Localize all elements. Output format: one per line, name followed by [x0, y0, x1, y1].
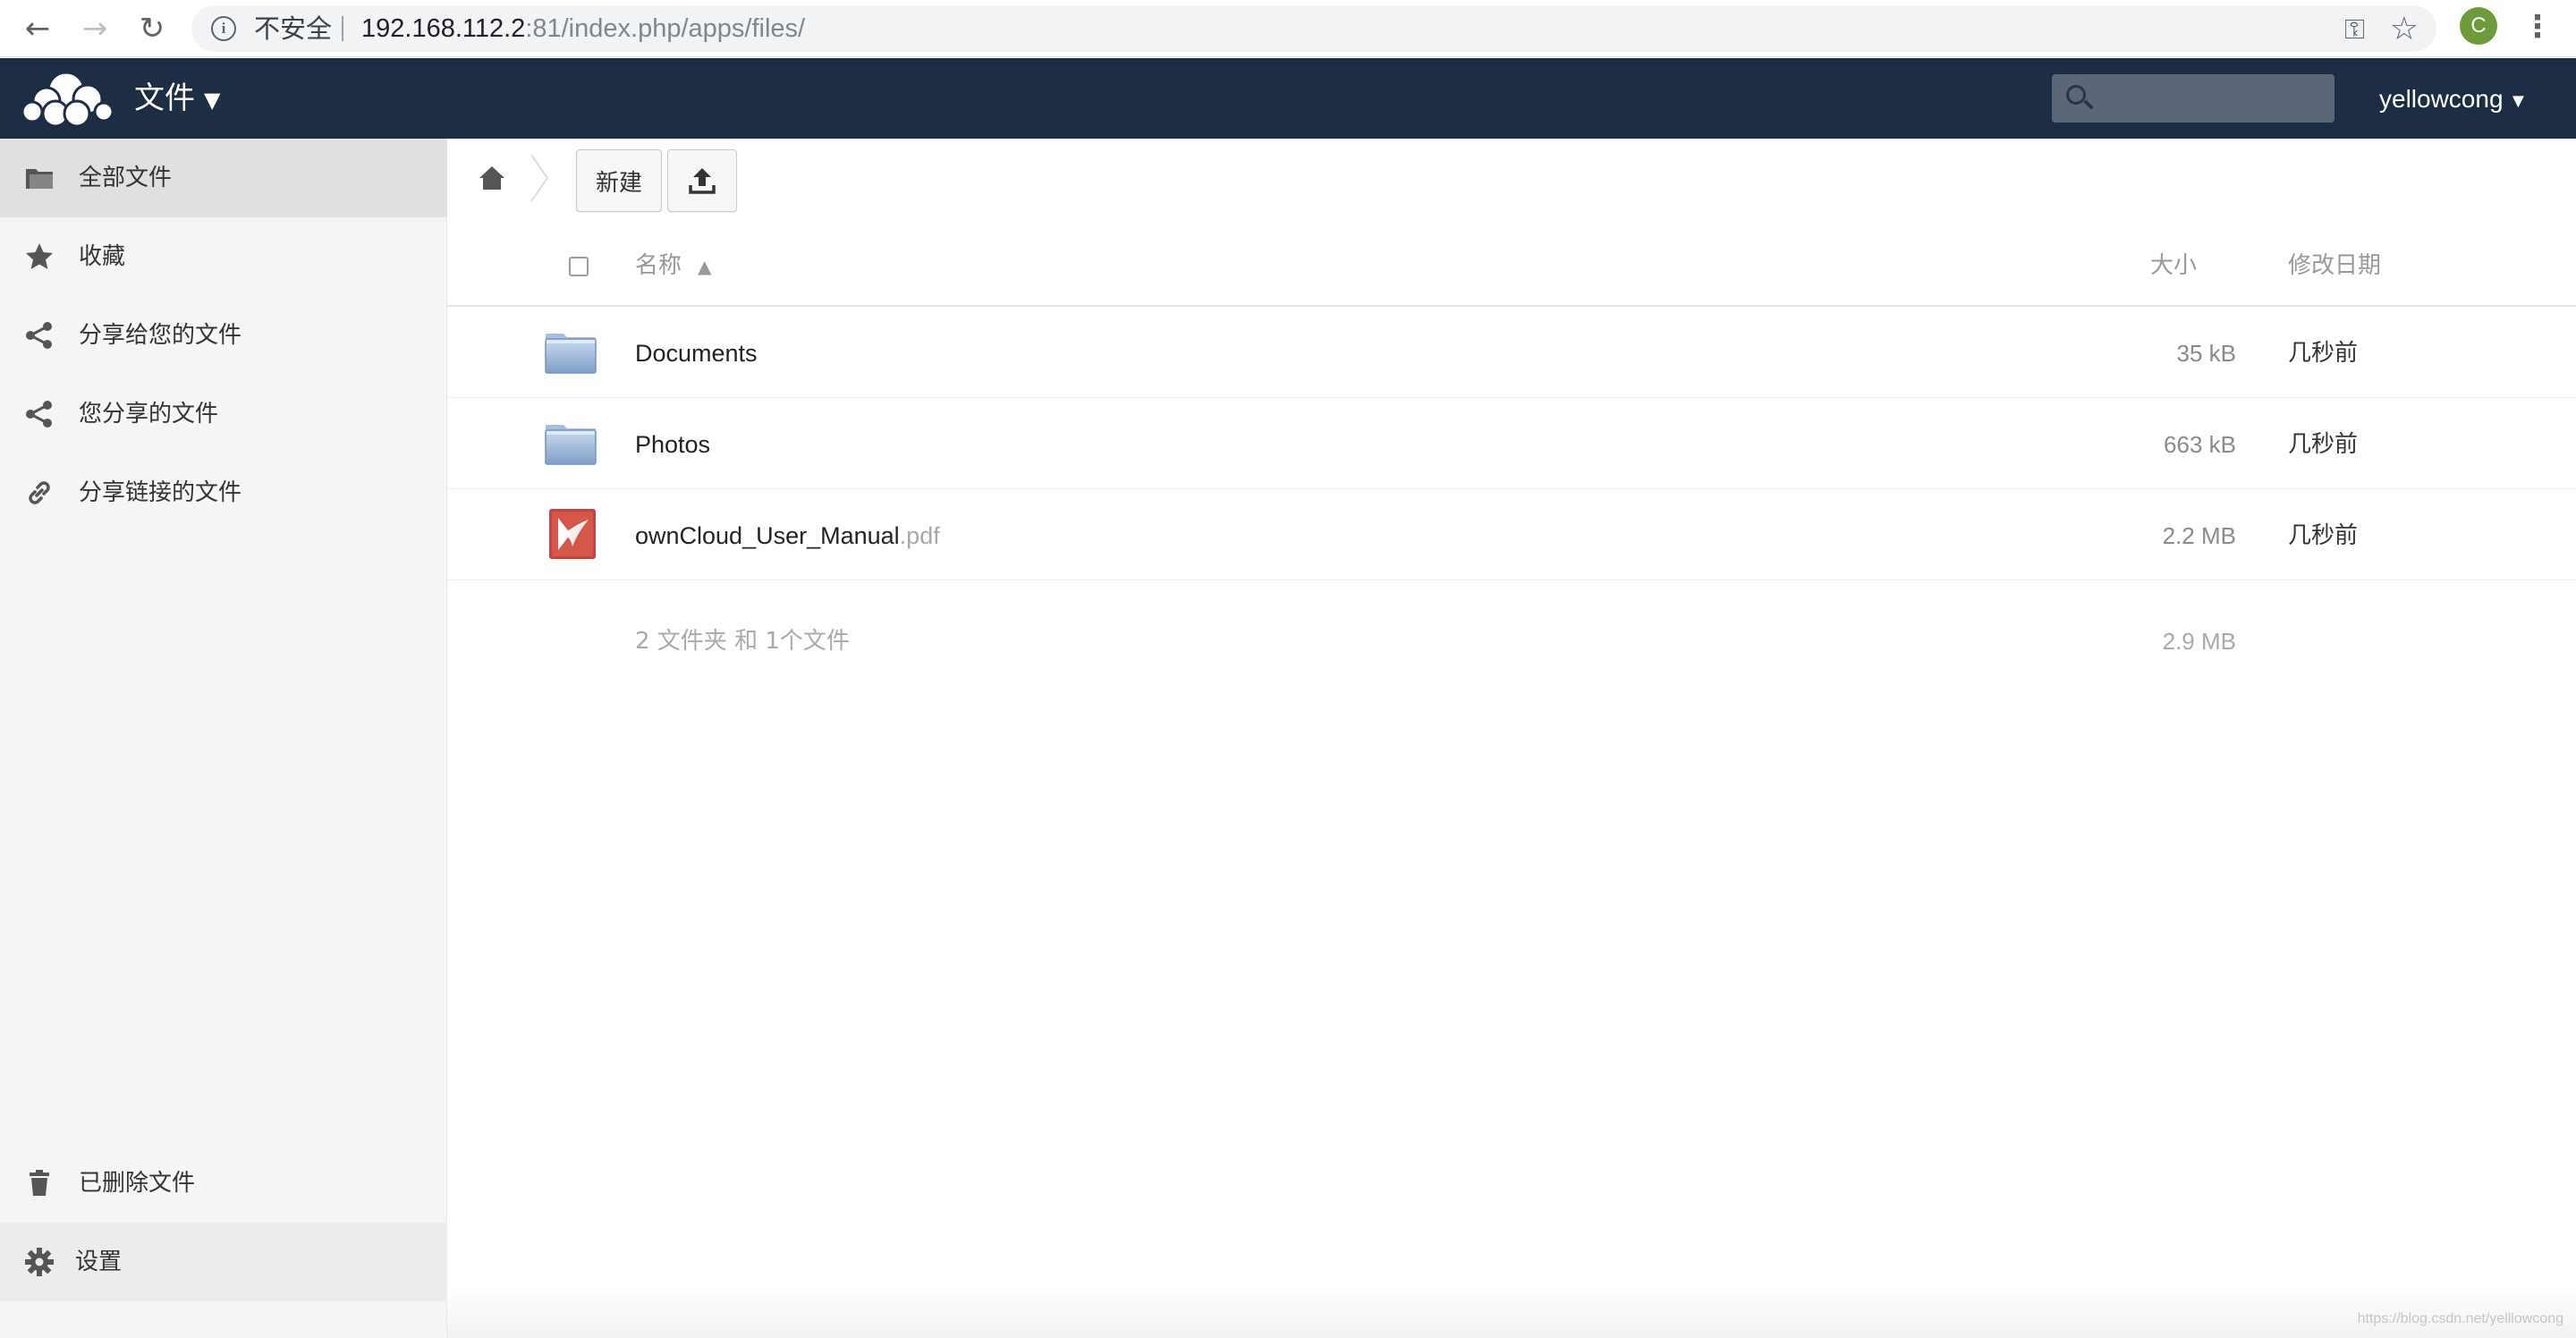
back-arrow-icon[interactable]: ← — [18, 9, 57, 48]
sidebar-item-shared-by-you[interactable]: 您分享的文件 — [0, 375, 447, 453]
owncloud-logo-icon[interactable] — [20, 69, 114, 128]
search-icon — [2066, 85, 2086, 105]
select-all-checkbox[interactable] — [569, 257, 589, 276]
table-row[interactable]: Documents 35 kB 几秒前 — [447, 307, 2576, 398]
kebab-menu-icon[interactable]: ⋮ — [2522, 7, 2553, 47]
file-modified: 几秒前 — [2288, 431, 2359, 458]
file-size: 2.2 MB — [2162, 522, 2236, 549]
upload-button[interactable] — [667, 149, 737, 212]
sidebar-item-favorites[interactable]: 收藏 — [0, 217, 447, 296]
watermark-text: https://blog.csdn.net/yelllowcong — [2357, 1311, 2563, 1326]
file-summary: 2 文件夹 和 1个文件 2.9 MB — [447, 607, 2576, 679]
file-name[interactable]: Documents — [635, 337, 758, 369]
table-row[interactable]: ownCloud_User_Manual.pdf 2.2 MB 几秒前 — [447, 489, 2576, 580]
sidebar-item-label: 设置 — [75, 1249, 123, 1275]
upload-icon — [689, 168, 716, 194]
app-menu[interactable]: 文件 ▼ — [134, 80, 220, 119]
reload-icon[interactable]: ↻ — [132, 9, 172, 48]
sidebar-item-label: 收藏 — [79, 243, 126, 270]
address-separator — [342, 16, 343, 41]
gear-icon — [25, 1248, 54, 1276]
folder-icon[interactable] — [544, 326, 597, 377]
app-name: 文件 — [134, 80, 195, 116]
pdf-file-icon[interactable] — [544, 509, 597, 559]
caret-down-icon: ▼ — [2508, 89, 2529, 112]
sidebar-item-deleted-files[interactable]: 已删除文件 — [0, 1144, 447, 1223]
table-row[interactable]: Photos 663 kB 几秒前 — [447, 398, 2576, 489]
url-path: :81/index.php/apps/files/ — [525, 14, 806, 43]
sidebar: 全部文件 收藏 分享给您的文件 您分享的文件 分享链接的文件 已删除文件 设置 — [0, 139, 447, 1338]
new-button[interactable]: 新建 — [576, 149, 662, 212]
profile-avatar[interactable]: C — [2460, 7, 2497, 45]
link-icon — [29, 481, 50, 504]
summary-text: 2 文件夹 和 1个文件 — [635, 628, 850, 655]
summary-size: 2.9 MB — [2162, 628, 2236, 655]
folder-icon[interactable] — [544, 418, 597, 468]
browser-toolbar: ← → ↻ i 不安全 192.168.112.2:81/index.php/a… — [0, 0, 2576, 57]
sidebar-item-shared-by-link[interactable]: 分享链接的文件 — [0, 453, 447, 532]
file-size: 35 kB — [2176, 340, 2237, 367]
caret-down-icon: ▼ — [204, 87, 221, 113]
address-bar[interactable]: i 不安全 192.168.112.2:81/index.php/apps/fi… — [191, 5, 2436, 52]
file-controls: 新建 — [447, 139, 2576, 224]
sidebar-item-label: 已删除文件 — [79, 1170, 196, 1197]
url-text[interactable]: 192.168.112.2:81/index.php/apps/files/ — [361, 14, 805, 43]
folder-icon — [26, 169, 53, 189]
search-box[interactable] — [2052, 74, 2334, 123]
file-modified: 几秒前 — [2288, 340, 2359, 367]
table-header: 名称 ▲ 大小 修改日期 — [447, 224, 2576, 307]
sidebar-item-label: 分享链接的文件 — [79, 479, 242, 506]
breadcrumb-separator — [530, 154, 549, 202]
bookmark-star-icon[interactable]: ☆ — [2390, 11, 2419, 47]
star-icon — [26, 243, 53, 269]
sidebar-item-label: 全部文件 — [79, 165, 173, 191]
column-header-name[interactable]: 名称 ▲ — [635, 250, 711, 283]
share-icon — [26, 401, 52, 428]
sidebar-item-label: 分享给您的文件 — [79, 322, 242, 349]
sidebar-item-settings[interactable]: 设置 — [0, 1223, 447, 1301]
column-header-name-label: 名称 — [635, 252, 682, 279]
home-icon[interactable] — [478, 164, 506, 192]
file-extension: .pdf — [899, 522, 940, 549]
file-name-base: Documents — [635, 340, 758, 367]
security-label[interactable]: 不安全 — [254, 14, 332, 43]
trash-icon — [30, 1170, 49, 1196]
user-menu[interactable]: yellowcong ▼ — [2379, 81, 2528, 119]
user-name: yellowcong — [2379, 85, 2504, 113]
url-host: 192.168.112.2 — [361, 14, 526, 43]
key-icon[interactable]: ⚿ — [2344, 14, 2365, 46]
file-size: 663 kB — [2164, 431, 2236, 458]
file-name[interactable]: ownCloud_User_Manual.pdf — [635, 520, 940, 552]
sidebar-item-label: 您分享的文件 — [79, 401, 219, 428]
forward-arrow-icon[interactable]: → — [75, 9, 114, 48]
column-header-size[interactable]: 大小 — [2150, 250, 2197, 282]
info-icon[interactable]: i — [211, 16, 236, 41]
file-name[interactable]: Photos — [635, 428, 710, 461]
file-name-base: ownCloud_User_Manual — [635, 522, 900, 549]
sort-up-icon: ▲ — [698, 256, 712, 277]
app-header: 文件 ▼ yellowcong ▼ — [0, 58, 2576, 139]
file-list-area: 新建 名称 ▲ 大小 修改日期 Documents 35 kB 几秒前 Phot… — [447, 139, 2576, 1338]
search-input[interactable] — [2098, 80, 2322, 117]
file-name-base: Photos — [635, 431, 711, 458]
sidebar-item-all-files[interactable]: 全部文件 — [0, 139, 447, 217]
share-icon — [26, 322, 52, 349]
sidebar-item-shared-with-you[interactable]: 分享给您的文件 — [0, 296, 447, 375]
column-header-modified[interactable]: 修改日期 — [2288, 250, 2381, 282]
file-modified: 几秒前 — [2288, 522, 2359, 549]
bottom-fade — [447, 1288, 2576, 1338]
